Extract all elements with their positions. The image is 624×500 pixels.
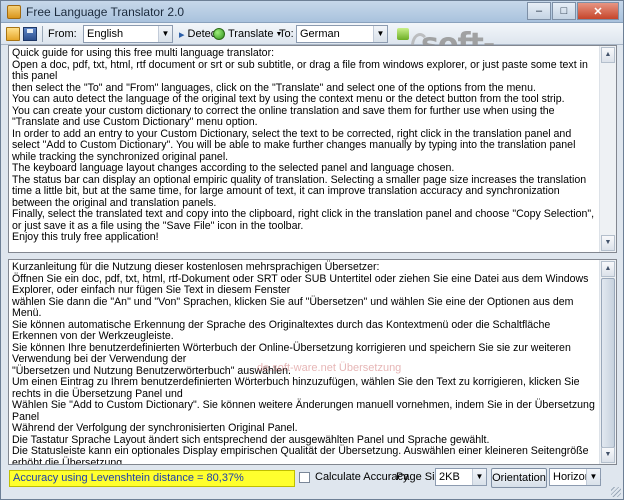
open-file-button[interactable] [6,26,20,42]
source-text[interactable]: Quick guide for using this free multi la… [12,47,598,250]
detect-icon: ▸ [179,28,185,41]
to-language-value: German [300,28,340,40]
title-bar: Free Language Translator 2.0 – □ ✕ [1,1,623,23]
window-title: Free Language Translator 2.0 [26,5,185,19]
resize-grip-icon[interactable] [611,487,621,497]
translation-scrollbar[interactable]: ▲ ▼ [599,260,616,464]
chevron-down-icon: ▼ [472,469,486,485]
orientation-button[interactable]: Orientation [491,468,547,488]
scroll-down-icon[interactable]: ▼ [601,235,615,251]
scroll-up-icon[interactable]: ▲ [601,47,615,63]
open-file-icon [6,27,20,41]
toolbar-separator [42,26,43,42]
source-text-panel[interactable]: Quick guide for using this free multi la… [8,45,617,253]
from-language-select[interactable]: English ▼ [83,25,173,43]
app-icon [7,5,21,19]
source-scrollbar[interactable]: ▲ ▼ [599,46,616,252]
maximize-button[interactable]: □ [552,2,576,20]
toolbar: From: English ▼ ▸ Detect Translate ▼ To:… [1,23,623,45]
save-file-icon [23,27,37,41]
translation-text[interactable]: Kurzanleitung für die Nutzung dieser kos… [12,261,598,464]
chevron-down-icon: ▼ [586,469,600,485]
status-bar: Accuracy using Levenshtein distance = 80… [1,465,623,499]
translate-label: Translate [228,28,274,40]
chevron-down-icon: ▼ [158,26,172,42]
page-size-value: 2KB [439,471,460,483]
from-label: From: [48,28,77,40]
to-label: To: [279,28,294,40]
scroll-thumb[interactable] [601,278,615,448]
chevron-down-icon: ▼ [373,26,387,42]
save-file-button[interactable] [23,26,37,42]
window-controls: – □ ✕ [526,2,619,20]
translate-button[interactable]: Translate ▼ [213,26,282,42]
translate-icon [213,28,225,40]
scroll-up-icon[interactable]: ▲ [601,261,615,277]
to-language-select[interactable]: German ▼ [296,25,388,43]
minimize-button[interactable]: – [527,2,551,20]
app-window: Free Language Translator 2.0 – □ ✕ From:… [0,0,624,500]
accuracy-readout: Accuracy using Levenshtein distance = 80… [9,470,295,487]
dictionary-icon [397,28,409,40]
calculate-accuracy-label[interactable]: Calculate Accuracy [315,471,409,483]
close-button[interactable]: ✕ [577,2,619,20]
dictionary-button[interactable] [397,26,411,42]
page-size-select[interactable]: 2KB ▼ [435,468,487,486]
from-language-value: English [87,28,124,40]
orientation-select[interactable]: Horizonta ▼ [549,468,601,486]
scroll-down-icon[interactable]: ▼ [601,447,615,463]
translation-text-panel[interactable]: Kurzanleitung für die Nutzung dieser kos… [8,259,617,465]
calculate-accuracy-checkbox[interactable] [299,472,310,483]
